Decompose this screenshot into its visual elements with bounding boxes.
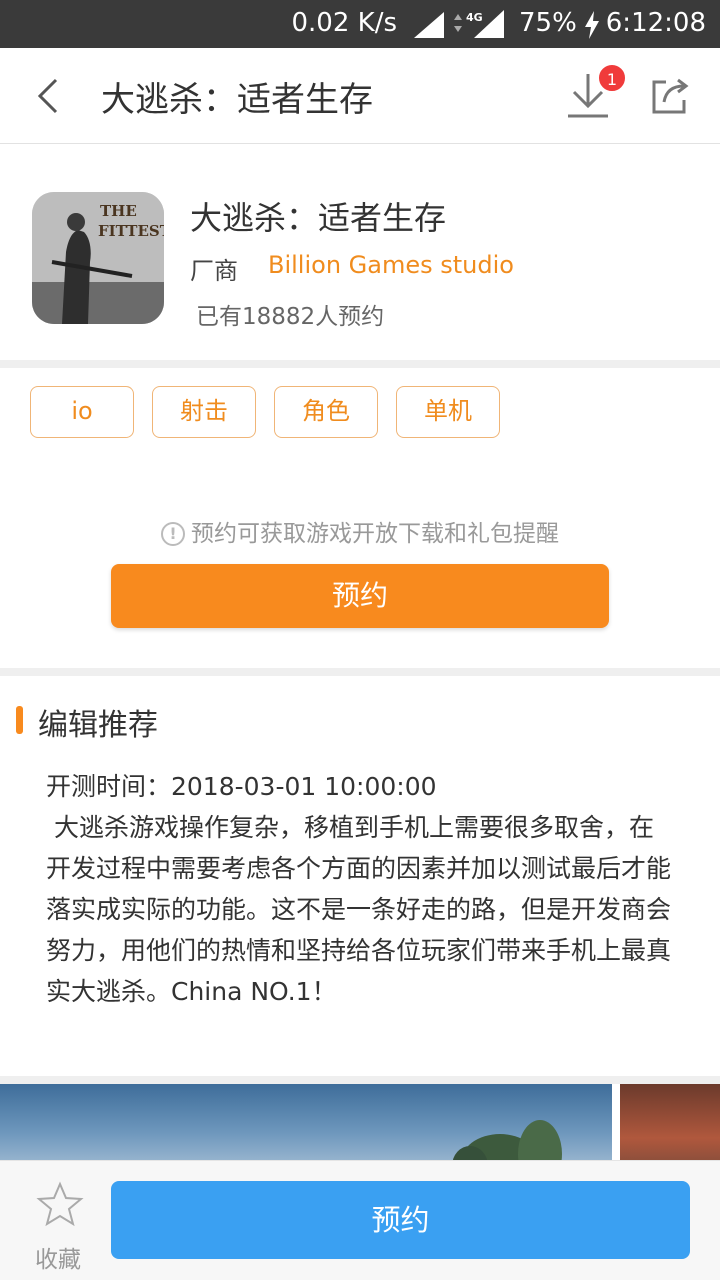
net-speed: 0.02 K/s xyxy=(291,8,397,38)
cover-text-fittest: FITTEST xyxy=(98,222,164,240)
section-accent-bar xyxy=(16,706,23,734)
divider xyxy=(0,1076,720,1084)
test-time: 开测时间：2018-03-01 10:00:00 xyxy=(46,772,437,801)
section-title: 编辑推荐 xyxy=(38,708,158,743)
reserve-hint-text: 预约可获取游戏开放下载和礼包提醒 xyxy=(191,521,559,547)
charging-icon xyxy=(585,11,599,39)
description: 大逃杀游戏操作复杂，移植到手机上需要很多取舍，在开发过程中需要考虑各个方面的因素… xyxy=(46,813,672,1006)
star-icon xyxy=(36,1181,84,1227)
divider xyxy=(0,668,720,676)
tag-io[interactable]: io xyxy=(30,386,134,438)
bottom-reserve-button[interactable]: 预约 xyxy=(111,1181,690,1259)
back-arrow-icon[interactable] xyxy=(32,76,68,116)
divider xyxy=(0,360,720,368)
network-type: 4G xyxy=(466,11,483,24)
tags-section: io 射击 角色 单机 ! 预约可获取游戏开放下载和礼包提醒 预约 xyxy=(0,368,720,668)
download-count-badge: 1 xyxy=(597,63,627,93)
bottom-action-bar: 收藏 预约 xyxy=(0,1160,720,1280)
tag-role[interactable]: 角色 xyxy=(274,386,378,438)
info-exclamation-icon: ! xyxy=(161,522,185,546)
tag-single-player[interactable]: 单机 xyxy=(396,386,500,438)
wifi-signal-icon xyxy=(414,12,444,38)
page-title: 大逃杀：适者生存 xyxy=(101,80,373,120)
favorite-button[interactable]: 收藏 xyxy=(30,1181,86,1273)
vendor-label: 厂商 xyxy=(190,257,238,285)
reserve-button[interactable]: 预约 xyxy=(111,564,609,628)
recommend-text: 开测时间：2018-03-01 10:00:00 大逃杀游戏操作复杂，移植到手机… xyxy=(46,766,676,1012)
reserve-hint: ! 预约可获取游戏开放下载和礼包提醒 xyxy=(0,514,720,548)
editor-recommend-section: 编辑推荐 开测时间：2018-03-01 10:00:00 大逃杀游戏操作复杂，… xyxy=(0,676,720,1076)
app-info-section: THE FITTEST 大逃杀：适者生存 厂商 Billion Games st… xyxy=(0,145,720,360)
vendor-name-link[interactable]: Billion Games studio xyxy=(268,251,514,279)
favorite-label: 收藏 xyxy=(35,1247,81,1273)
app-name: 大逃杀：适者生存 xyxy=(190,199,447,237)
app-header: 大逃杀：适者生存 1 xyxy=(0,48,720,144)
status-bar: 0.02 K/s 4G 75% 6:12:08 xyxy=(0,0,720,48)
app-icon[interactable]: THE FITTEST xyxy=(32,192,164,324)
cover-text-the: THE xyxy=(100,202,137,220)
clock: 6:12:08 xyxy=(605,8,706,38)
reserve-count: 已有18882人预约 xyxy=(196,304,385,330)
share-icon[interactable] xyxy=(650,76,690,116)
tag-shooting[interactable]: 射击 xyxy=(152,386,256,438)
game-cover-art: THE FITTEST xyxy=(32,192,164,324)
battery-level: 75% xyxy=(519,8,577,38)
cell-signal-icon: 4G xyxy=(454,10,504,38)
